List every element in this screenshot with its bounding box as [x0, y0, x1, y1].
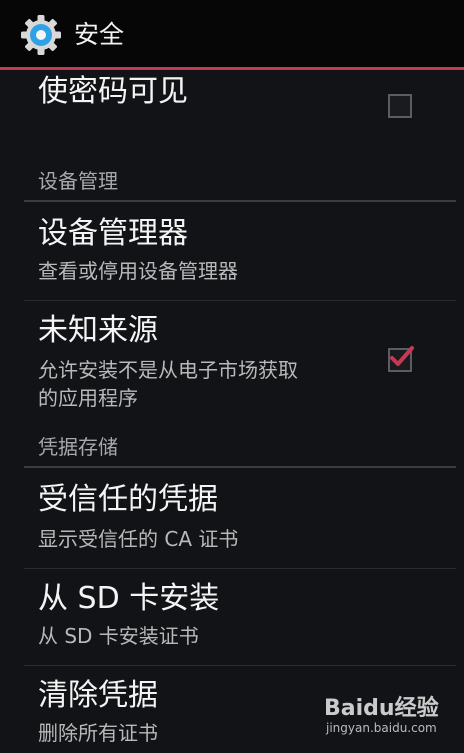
show-password-checkbox[interactable]: [388, 94, 412, 118]
pref-trusted-credentials[interactable]: 受信任的凭据 显示受信任的 CA 证书: [24, 470, 456, 568]
pref-unknown-sources-summary-1: 允许安装不是从电子市场获取: [38, 358, 298, 382]
watermark-brand: Baidu经验: [324, 696, 439, 721]
check-icon: [390, 346, 414, 366]
pref-device-admin[interactable]: 设备管理器 查看或停用设备管理器: [24, 204, 456, 300]
gear-icon[interactable]: [20, 14, 62, 56]
pref-unknown-sources-summary-2: 的应用程序: [38, 386, 138, 410]
section-label-credential-storage: 凭据存储: [38, 435, 118, 459]
section-header-credential-storage: 凭据存储: [24, 432, 456, 468]
pref-show-password-title: 使密码可见: [38, 74, 188, 109]
preference-list[interactable]: 使密码可见 设备管理 设备管理器 查看或停用设备管理器 未知来源 允许安装不是从…: [0, 70, 464, 753]
pref-device-admin-title: 设备管理器: [38, 216, 188, 251]
pref-install-from-sd-title: 从 SD 卡安装: [38, 581, 220, 616]
pref-clear-credentials-title: 清除凭据: [38, 678, 158, 713]
pref-install-from-sd[interactable]: 从 SD 卡安装 从 SD 卡安装证书: [24, 569, 456, 665]
screen: 安全 使密码可见 设备管理 设备管理器 查看或停用设备管理器 未知来源 允许安装…: [0, 0, 464, 753]
pref-device-admin-summary: 查看或停用设备管理器: [38, 259, 238, 283]
baidu-watermark: Baidu经验 jingyan.baidu.com: [324, 697, 442, 737]
pref-trusted-credentials-title: 受信任的凭据: [38, 482, 218, 517]
unknown-sources-checkbox[interactable]: [388, 346, 414, 372]
section-label-device-admin: 设备管理: [38, 169, 118, 193]
pref-clear-credentials-summary: 删除所有证书: [38, 721, 158, 745]
section-header-device-admin: 设备管理: [24, 166, 456, 202]
pref-install-from-sd-summary: 从 SD 卡安装证书: [38, 624, 199, 648]
pref-unknown-sources-title: 未知来源: [38, 313, 158, 348]
page-title: 安全: [74, 20, 125, 49]
watermark-url: jingyan.baidu.com: [326, 721, 437, 735]
action-bar: 安全: [0, 0, 464, 70]
pref-trusted-credentials-summary: 显示受信任的 CA 证书: [38, 527, 239, 551]
